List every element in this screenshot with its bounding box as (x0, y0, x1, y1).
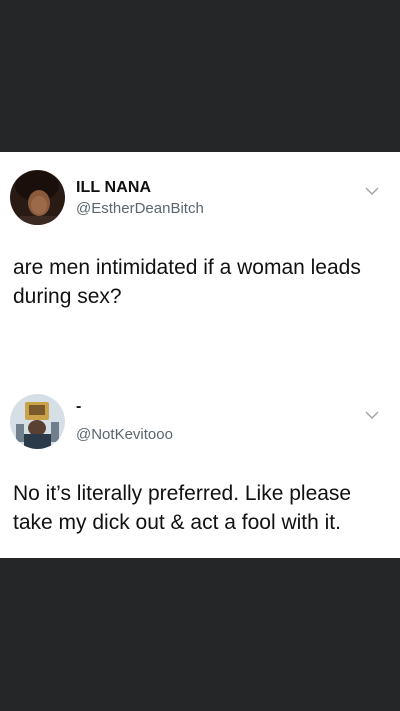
tweet: - @NotKevitooo No it’s literally preferr… (0, 374, 400, 558)
user-handle[interactable]: @EstherDeanBitch (76, 200, 204, 217)
chevron-down-icon[interactable] (364, 410, 380, 420)
display-name[interactable]: - (76, 398, 81, 416)
display-name[interactable]: ILL NANA (76, 179, 151, 197)
tweet-text: are men intimidated if a woman leads dur… (13, 256, 361, 308)
top-dark-band (0, 0, 400, 152)
bottom-dark-band (0, 558, 400, 711)
tweet-text: No it’s literally preferred. Like please… (13, 482, 352, 534)
user-handle[interactable]: @NotKevitooo (76, 426, 173, 443)
tweet: ILL NANA @EstherDeanBitch are men intimi… (0, 152, 400, 372)
avatar[interactable] (10, 394, 65, 449)
chevron-down-icon[interactable] (364, 186, 380, 196)
tweet-thread-card: ILL NANA @EstherDeanBitch are men intimi… (0, 152, 400, 558)
avatar[interactable] (10, 170, 65, 225)
